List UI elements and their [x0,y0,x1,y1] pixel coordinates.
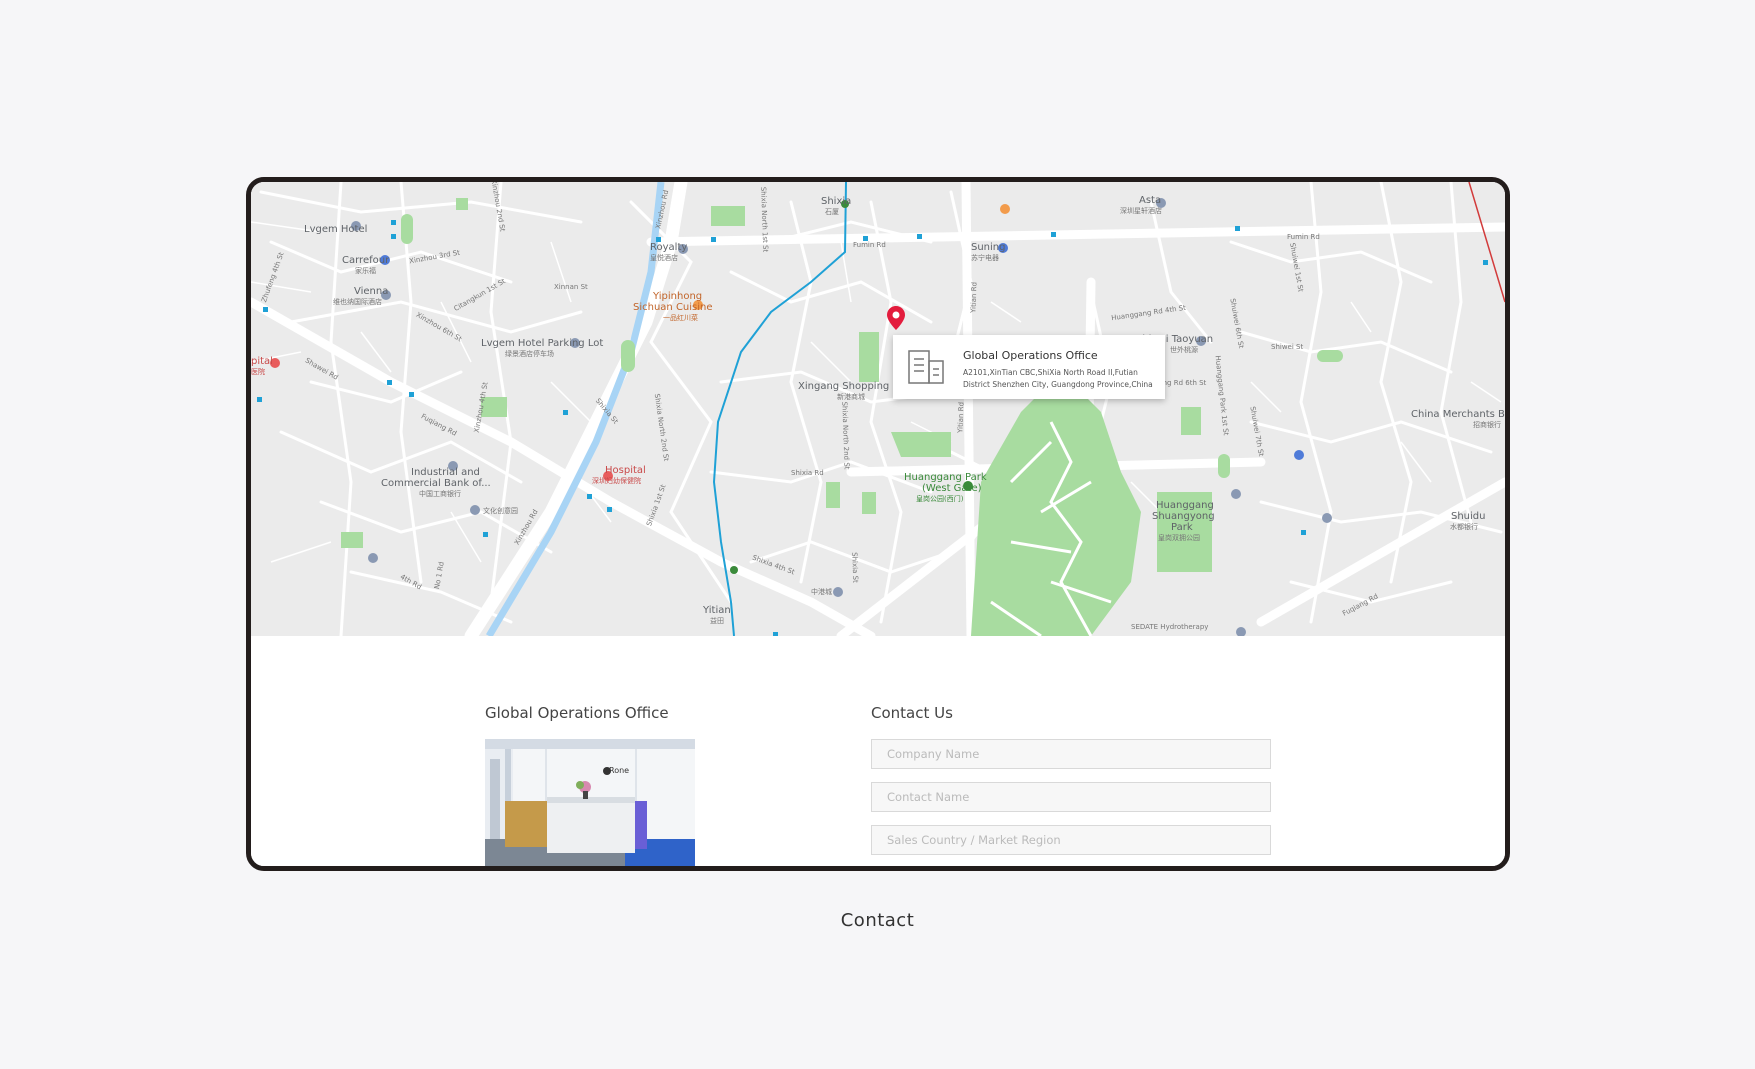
poi-label: 医院 [251,368,265,376]
road-label: Fumin Rd [853,241,886,249]
poi-label: 文化创意园 [483,507,518,515]
poi-label: 一品红川菜 [663,314,698,322]
sales-region-input[interactable] [871,825,1271,855]
poi-label: 家乐福 [355,267,376,275]
poi-label: Shuangyong [1152,511,1215,522]
poi-label: Park [1171,522,1193,533]
poi-label: Huanggang [1156,500,1214,511]
road-label: Yitian Rd [969,281,979,314]
company-name-input[interactable] [871,739,1271,769]
popup-title: Global Operations Office [963,349,1098,362]
poi-label: Shuidu [1451,511,1486,522]
poi-label: Royalty [650,242,688,253]
poi-label: Lvgem Hotel [304,224,368,235]
poi-label: Industrial and [411,467,480,478]
poi-label: Suning [971,242,1006,253]
poi-label: Yipinhong [653,291,703,302]
road-label: Shixia North 2nd St [840,401,851,470]
poi-label: Hospital [605,465,646,476]
poi-label: China Merchants Bank [1411,409,1505,420]
road-label: Shixia Rd [791,469,824,477]
poi-label: Lvgem Hotel Parking Lot [481,338,604,349]
poi-label: 深圳星轩酒店 [1120,207,1162,215]
poi-label: 水都银行 [1450,523,1478,531]
contact-name-input[interactable] [871,782,1271,812]
poi-label: pital [251,356,273,367]
browser-frame: Lvgem Hotel Carrefour 家乐福 Vienna 维也纳国际酒店… [246,177,1510,871]
poi-label: 维也纳国际酒店 [333,298,382,306]
poi-label: 深圳妇幼保健院 [592,477,641,485]
office-title: Global Operations Office [485,704,669,722]
road-label: Xinnan St [554,283,588,291]
poi-label: Asta [1139,195,1162,206]
road-label: Shixia North 1st St [759,186,770,253]
map-info-popup: Global Operations Office A2101,XinTian C… [893,335,1165,399]
poi-label: 皇悦酒店 [650,254,678,262]
poi-label: (West Gate) [922,483,982,494]
road-label: Shiwei St [1271,343,1304,351]
poi-label: 世外桃源 [1170,346,1198,354]
poi-label: Commercial Bank of... [381,478,491,489]
metro-label: Yitian [703,605,731,616]
office-photo: Rone [485,739,695,866]
poi-label: SEDATE Hydrotherapy [1131,623,1209,631]
poi-label: Carrefour [342,255,390,266]
poi-label: Huanggang Park [904,472,987,483]
road-label: Fumin Rd [1287,233,1320,241]
map[interactable]: Lvgem Hotel Carrefour 家乐福 Vienna 维也纳国际酒店… [251,182,1505,636]
poi-label: 皇岗双拥公园 [1158,534,1200,542]
road-label: Shixia St [850,552,860,583]
metro-label: 石厦 [825,208,839,216]
office-logo: Rone [609,766,629,775]
contact-section: Global Operations Office Rone Contact Us… [251,636,1505,866]
page-caption: Contact [840,910,915,931]
poi-label: 招商银行 [1473,421,1501,429]
metro-label: 益田 [710,617,724,625]
poi-label: 苏宁电器 [971,254,999,262]
metro-label: Shixia [821,196,852,207]
road-label: Yitian Rd [956,401,966,434]
popup-address: A2101,XinTian CBC,ShiXia North Road II,F… [963,368,1153,389]
contact-title: Contact Us [871,704,953,722]
poi-label: 中港城 [811,588,832,596]
poi-label: Vienna [354,286,389,297]
poi-label: 中国工商银行 [419,490,461,498]
poi-label: Sichuan Cuisine [633,302,713,313]
poi-label: 绿景酒店停车场 [505,350,554,358]
poi-label: 皇岗公园(西门) [916,495,964,503]
